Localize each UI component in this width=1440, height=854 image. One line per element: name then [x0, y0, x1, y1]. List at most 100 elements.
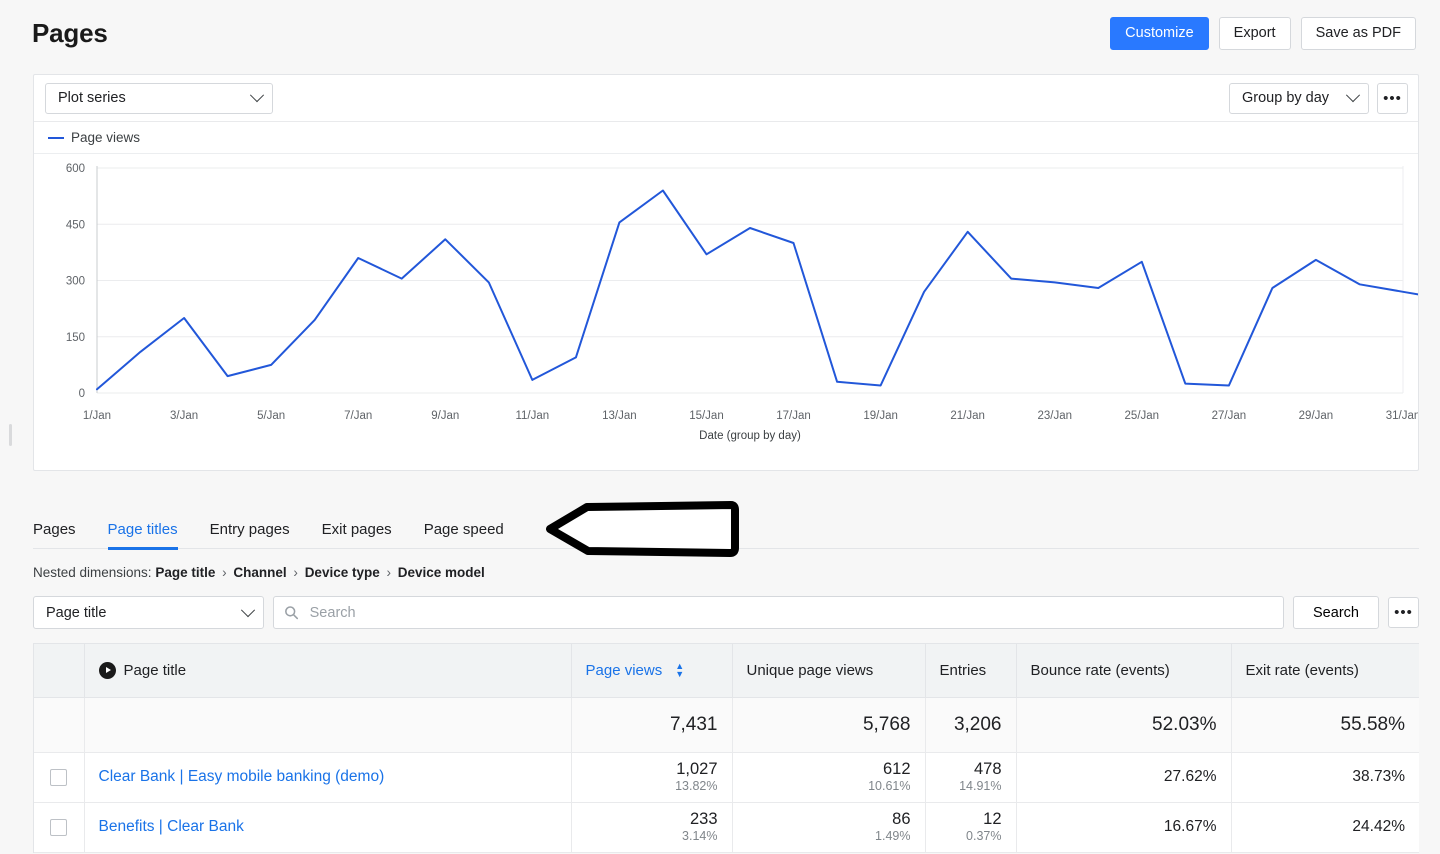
row-unique-page-views-percent: 10.61%: [868, 779, 911, 793]
scroll-indicator[interactable]: [9, 424, 12, 446]
totals-checkbox-cell: [34, 697, 85, 753]
column-header-page-title[interactable]: Page title: [84, 644, 572, 698]
svg-text:5/Jan: 5/Jan: [257, 410, 285, 422]
tab-entry-pages[interactable]: Entry pages: [194, 521, 306, 549]
row-checkbox[interactable]: [50, 818, 68, 836]
totals-unique-page-views: 5,768: [732, 697, 926, 753]
row-page-views-cell: 233 3.14%: [571, 802, 733, 853]
nested-dimensions: Nested dimensions: Page title › Channel …: [33, 565, 1440, 580]
save-as-pdf-button[interactable]: Save as PDF: [1300, 16, 1416, 50]
svg-text:29/Jan: 29/Jan: [1299, 410, 1334, 422]
nested-dimensions-prefix: Nested dimensions:: [33, 565, 152, 580]
nested-dimension-device-model[interactable]: Device model: [398, 565, 485, 580]
table-totals-row: 7,431 5,768 3,206 52.03% 55.58%: [34, 697, 1419, 753]
header-actions: Customize Export Save as PDF: [1110, 16, 1416, 50]
row-page-views-cell: 1,027 13.82%: [571, 752, 733, 803]
row-bounce-rate-cell: 16.67%: [1016, 802, 1232, 853]
totals-page-views: 7,431: [571, 697, 733, 753]
totals-entries: 3,206: [925, 697, 1017, 753]
table-controls: Page title Search •••: [33, 596, 1419, 629]
svg-text:0: 0: [79, 388, 85, 400]
row-exit-rate-cell: 24.42%: [1231, 802, 1419, 853]
tab-page-titles[interactable]: Page titles: [92, 521, 194, 550]
line-chart-svg: 0 150 300 450 600 1/Jan 3/Jan 5/Jan 7/Jan 9/Jan 11…: [66, 163, 1418, 442]
dimension-select[interactable]: Page title: [33, 596, 264, 629]
page-title-link[interactable]: Clear Bank | Easy mobile banking (demo): [99, 768, 385, 785]
column-label-page-title: Page title: [123, 661, 187, 679]
svg-text:450: 450: [66, 219, 85, 231]
report-tabs: Pages Page titles Entry pages Exit pages…: [33, 507, 1419, 550]
svg-text:300: 300: [66, 276, 85, 288]
search-input[interactable]: [307, 603, 1273, 622]
row-entries-cell: 478 14.91%: [925, 752, 1017, 803]
legend-line-icon: [48, 136, 64, 139]
svg-text:13/Jan: 13/Jan: [602, 410, 637, 422]
row-checkbox-cell[interactable]: [34, 752, 85, 803]
tab-pages[interactable]: Pages: [33, 521, 92, 549]
totals-exit-rate: 55.58%: [1231, 697, 1419, 753]
row-unique-page-views-value: 612: [882, 760, 911, 778]
row-page-views-percent: 13.82%: [675, 779, 718, 793]
group-by-select[interactable]: Group by day: [1229, 82, 1369, 114]
row-checkbox[interactable]: [50, 768, 68, 786]
table-header-row: Page title Page views ▲ ▼ Unique page vie…: [34, 644, 1419, 698]
nested-dimension-channel[interactable]: Channel: [233, 565, 286, 580]
svg-text:11/Jan: 11/Jan: [515, 410, 549, 422]
row-entries-percent: 14.91%: [959, 779, 1002, 793]
totals-label-cell: [84, 697, 572, 753]
chart-plot-area: 0 150 300 450 600 1/Jan 3/Jan 5/Jan 7/Jan 9/Jan 11…: [34, 154, 1418, 470]
export-button[interactable]: Export: [1218, 16, 1291, 50]
column-label-page-views: Page views: [585, 661, 663, 679]
chevron-down-icon: [1345, 88, 1361, 103]
plot-series-label: Plot series: [58, 90, 126, 106]
search-button[interactable]: Search: [1293, 596, 1379, 629]
nested-dimension-page-title[interactable]: Page title: [155, 565, 215, 580]
row-page-views-percent: 3.14%: [682, 829, 718, 843]
svg-text:150: 150: [66, 332, 85, 344]
column-header-exit-rate[interactable]: Exit rate (events): [1231, 644, 1419, 698]
search-field-wrapper[interactable]: [273, 596, 1284, 629]
chart-toolbar: Plot series Group by day •••: [34, 75, 1418, 122]
totals-bounce-rate: 52.03%: [1016, 697, 1232, 753]
customize-button[interactable]: Customize: [1110, 16, 1209, 50]
tab-page-speed[interactable]: Page speed: [408, 521, 520, 549]
row-checkbox-cell[interactable]: [34, 802, 85, 853]
table-more-options-button[interactable]: •••: [1388, 597, 1419, 628]
select-all-header: [34, 644, 85, 698]
nested-dimension-device-type[interactable]: Device type: [305, 565, 380, 580]
row-bounce-rate-cell: 27.62%: [1016, 752, 1232, 803]
page-title: Pages: [32, 17, 108, 48]
page-title-link[interactable]: Benefits | Clear Bank: [99, 818, 244, 835]
svg-text:Date (group by day): Date (group by day): [699, 430, 801, 442]
svg-text:19/Jan: 19/Jan: [863, 410, 898, 422]
row-page-title-cell: Clear Bank | Easy mobile banking (demo): [84, 752, 572, 803]
chart-legend: Page views: [34, 122, 1418, 154]
svg-text:25/Jan: 25/Jan: [1125, 410, 1160, 422]
column-header-bounce-rate[interactable]: Bounce rate (events): [1016, 644, 1232, 698]
svg-text:27/Jan: 27/Jan: [1212, 410, 1247, 422]
chart-more-options-button[interactable]: •••: [1377, 82, 1408, 114]
chart-card: Plot series Group by day ••• Page views …: [33, 74, 1419, 471]
tab-exit-pages[interactable]: Exit pages: [306, 521, 408, 549]
table-row: Benefits | Clear Bank 233 3.14% 86 1.49%…: [34, 802, 1419, 853]
play-circle-icon[interactable]: [98, 661, 116, 679]
sort-arrows-icon[interactable]: ▲ ▼: [675, 662, 684, 679]
svg-text:600: 600: [66, 163, 85, 175]
row-entries-cell: 12 0.37%: [925, 802, 1017, 853]
chevron-down-icon: [240, 602, 256, 617]
row-entries-value: 12: [983, 810, 1002, 828]
group-by-label: Group by day: [1242, 90, 1330, 106]
row-page-views-value: 1,027: [676, 760, 718, 778]
plot-series-select[interactable]: Plot series: [45, 82, 273, 114]
column-header-entries[interactable]: Entries: [925, 644, 1017, 698]
column-header-page-views[interactable]: Page views ▲ ▼: [571, 644, 733, 698]
svg-text:21/Jan: 21/Jan: [950, 410, 985, 422]
column-header-unique-page-views[interactable]: Unique page views: [732, 644, 926, 698]
row-entries-value: 478: [973, 760, 1002, 778]
row-unique-page-views-percent: 1.49%: [875, 829, 911, 843]
nested-dimension-separator: ›: [222, 565, 227, 580]
svg-text:3/Jan: 3/Jan: [170, 410, 198, 422]
nested-dimension-separator: ›: [293, 565, 298, 580]
dimension-select-label: Page title: [46, 604, 107, 621]
chart-toolbar-right: Group by day •••: [1229, 82, 1408, 114]
